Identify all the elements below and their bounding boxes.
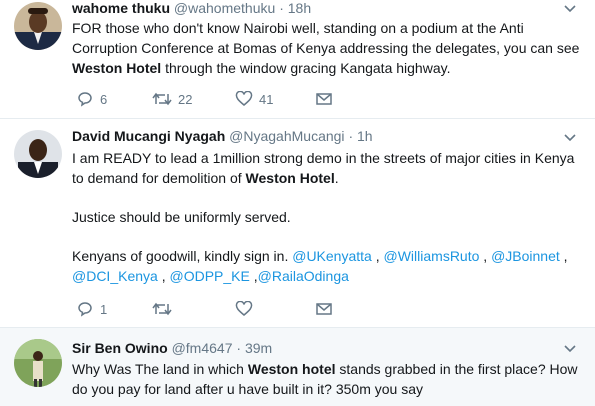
heart-icon <box>235 91 253 106</box>
like-button[interactable]: 41 <box>235 91 273 107</box>
author-name[interactable]: Sir Ben Owino <box>72 340 168 356</box>
avatar[interactable] <box>14 130 62 178</box>
tweet-text: Why Was The land in which Weston hotel s… <box>72 359 582 399</box>
author-handle[interactable]: @fm4647 <box>172 340 233 356</box>
tweet[interactable]: David Mucangi Nyagah @NyagahMucangi · 1h… <box>0 119 595 328</box>
text-segment: through the window gracing Kangata highw… <box>161 60 451 76</box>
tweet[interactable]: Sir Ben Owino @fm4647 · 39m Why Was The … <box>0 328 595 406</box>
chevron-down-icon[interactable] <box>563 342 577 356</box>
mention-link[interactable]: @JBoinnet <box>491 248 560 264</box>
separator-dot: · <box>348 128 354 144</box>
mention-link[interactable]: @UKenyatta <box>292 248 372 264</box>
dm-button[interactable] <box>315 301 333 317</box>
tweet[interactable]: wahome thuku @wahomethuku · 18h FOR thos… <box>0 0 595 119</box>
author-name[interactable]: wahome thuku <box>72 0 170 16</box>
reply-button[interactable]: 6 <box>76 91 107 107</box>
separator: , <box>157 268 170 284</box>
text-line: Weston Hotel through the window gracing … <box>72 58 582 78</box>
separator: , <box>559 248 568 264</box>
separator-dot: · <box>279 0 284 16</box>
chevron-down-icon[interactable] <box>563 131 577 145</box>
text-line: FOR those who don't know Nairobi well, s… <box>72 20 524 36</box>
retweet-button[interactable] <box>152 301 178 317</box>
heart-icon <box>235 301 253 316</box>
text-line: I am READY to lead a 1million strong dem… <box>72 150 575 166</box>
retweet-button[interactable]: 22 <box>152 91 192 107</box>
text-segment: Why Was The land in which <box>72 361 248 377</box>
reply-icon <box>78 92 92 107</box>
dm-button[interactable] <box>315 91 333 107</box>
separator: , <box>479 248 492 264</box>
separator: , <box>371 248 384 264</box>
author-name[interactable]: David Mucangi Nyagah <box>72 128 225 144</box>
tweet-header: wahome thuku @wahomethuku · 18h <box>72 0 311 16</box>
separator-dot: · <box>236 340 242 356</box>
chevron-down-icon[interactable] <box>563 2 577 16</box>
tweet-header: Sir Ben Owino @fm4647 · 39m <box>72 340 272 356</box>
retweet-count: 22 <box>178 91 193 107</box>
retweet-icon <box>152 92 172 106</box>
tweet-header: David Mucangi Nyagah @NyagahMucangi · 1h <box>72 128 373 144</box>
text-line: to demand for demolition of Weston Hotel… <box>72 168 582 188</box>
tweet-text: FOR those who don't know Nairobi well, s… <box>72 18 582 78</box>
reply-icon <box>78 302 92 317</box>
text-line: Kenyans of goodwill, kindly sign in. @UK… <box>72 246 582 266</box>
text-segment: to demand for demolition of <box>72 170 246 186</box>
like-count: 41 <box>259 91 274 107</box>
reply-count: 6 <box>100 91 108 107</box>
author-handle[interactable]: @NyagahMucangi <box>229 128 344 144</box>
text-segment: stands grabbed in the first place? How <box>335 361 578 377</box>
keyword-bold: Weston Hotel <box>245 170 335 186</box>
mention-link[interactable]: @RailaOdinga <box>258 268 349 284</box>
timestamp[interactable]: 1h <box>357 128 373 144</box>
keyword-bold: Weston hotel <box>247 361 336 377</box>
text-line: @DCI_Kenya , @ODPP_KE ,@RailaOdinga <box>72 266 582 286</box>
text-line: Justice should be uniformly served. <box>72 209 291 225</box>
avatar[interactable] <box>14 2 62 50</box>
reply-count: 1 <box>100 301 108 317</box>
mention-link[interactable]: @ODPP_KE <box>169 268 249 284</box>
author-handle[interactable]: @wahomethuku <box>174 0 275 16</box>
text-segment: Kenyans of goodwill, kindly sign in. <box>72 248 293 264</box>
envelope-icon <box>316 93 332 105</box>
text-line: Corruption Conference at Bomas of Kenya … <box>72 40 580 56</box>
timestamp[interactable]: 39m <box>245 340 272 356</box>
text-segment: . <box>334 170 339 186</box>
mention-link[interactable]: @DCI_Kenya <box>72 268 158 284</box>
envelope-icon <box>316 303 332 315</box>
separator: , <box>249 268 258 284</box>
retweet-icon <box>152 302 172 316</box>
avatar[interactable] <box>14 339 62 387</box>
mention-link[interactable]: @WilliamsRuto <box>384 248 480 264</box>
like-button[interactable] <box>235 301 259 317</box>
reply-button[interactable]: 1 <box>76 301 107 317</box>
timestamp[interactable]: 18h <box>288 0 311 16</box>
text-line: Why Was The land in which Weston hotel s… <box>72 359 582 379</box>
keyword-bold: Weston Hotel <box>72 60 162 76</box>
tweet-text: I am READY to lead a 1million strong dem… <box>72 148 582 286</box>
text-line: do you pay for land after u have built i… <box>72 381 423 397</box>
